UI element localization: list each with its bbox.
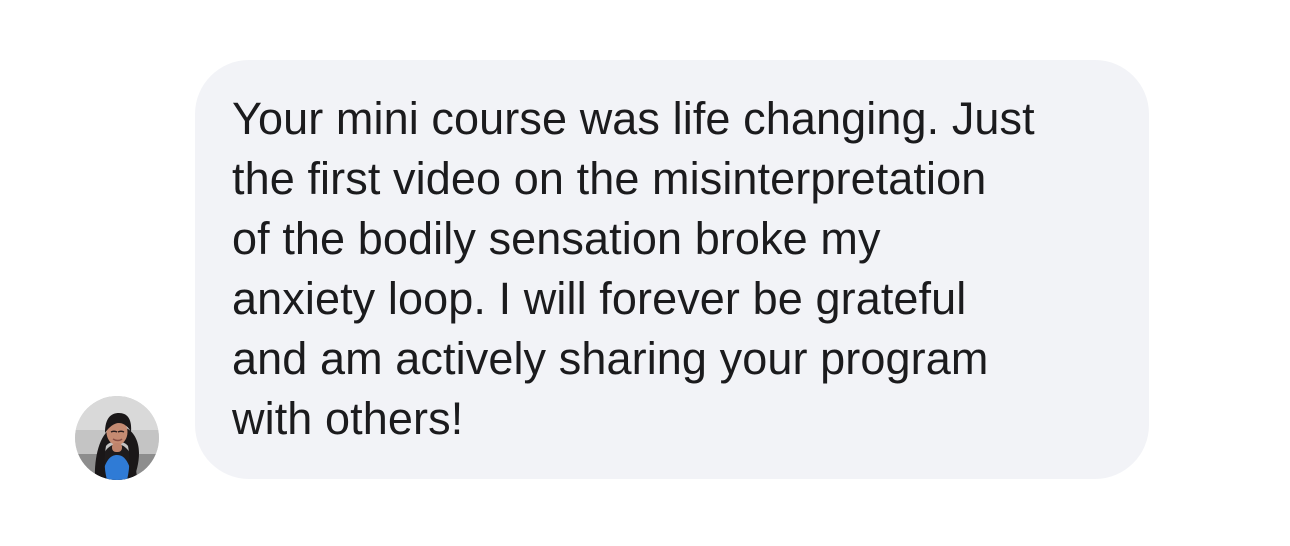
user-profile-photo-icon	[75, 396, 159, 480]
message-bubble[interactable]: Your mini course was life changing. Just…	[195, 60, 1149, 479]
message-row: Your mini course was life changing. Just…	[0, 0, 1290, 546]
message-text: Your mini course was life changing. Just…	[232, 93, 1035, 444]
sender-avatar[interactable]	[75, 396, 159, 480]
